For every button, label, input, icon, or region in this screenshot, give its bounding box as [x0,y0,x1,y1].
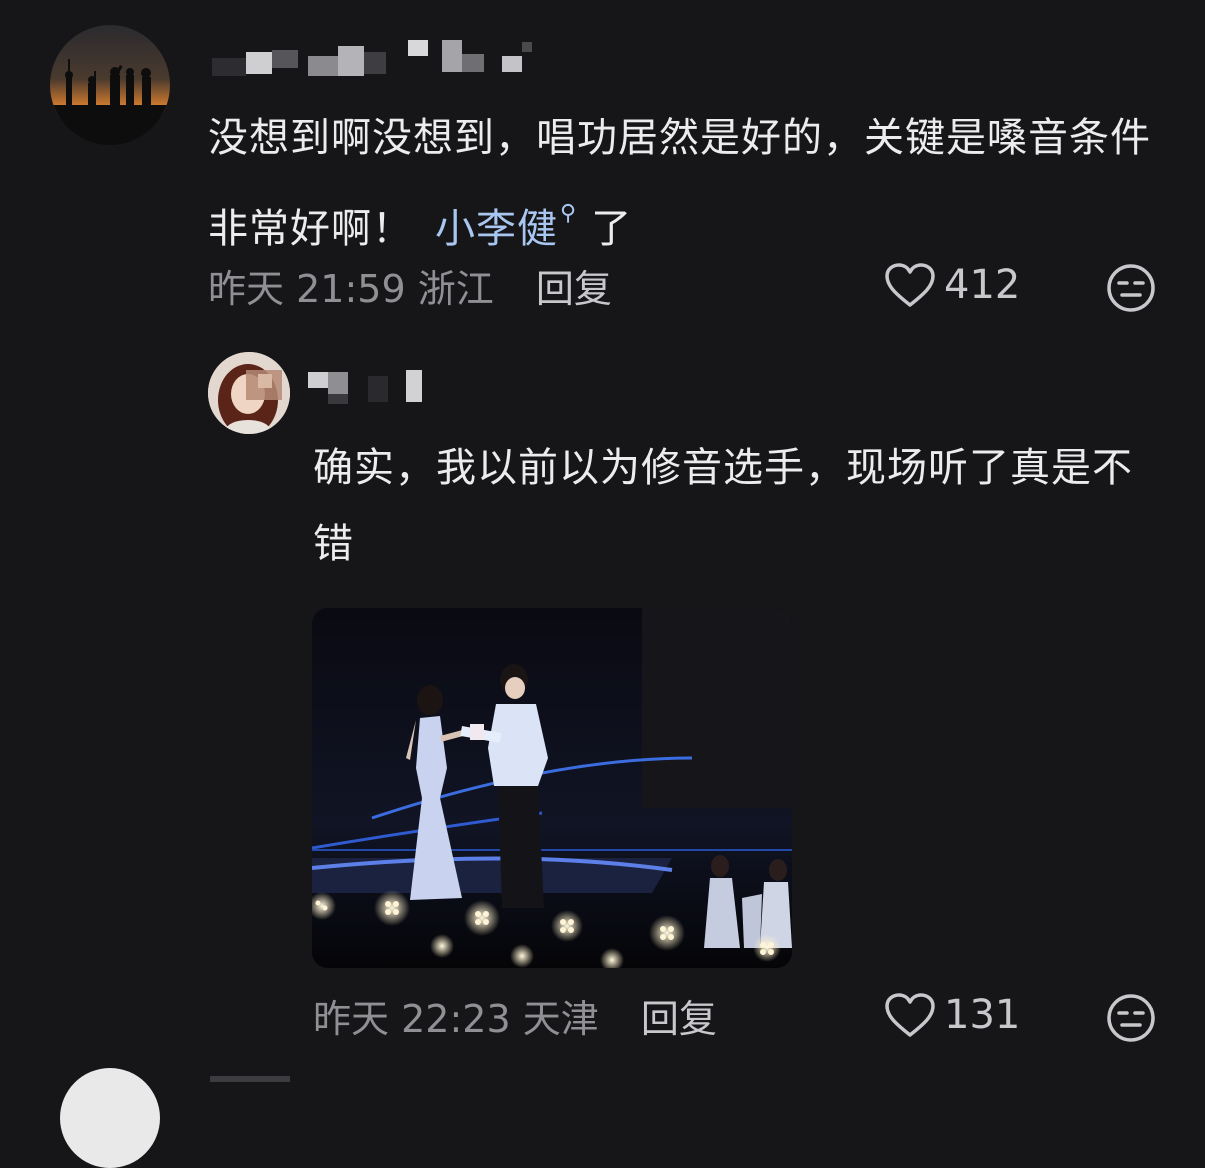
avatar-commenter-1[interactable] [50,25,170,145]
username-redacted-2[interactable] [300,366,430,406]
avatar-commenter-2[interactable] [208,352,290,434]
avatar-next-commenter[interactable] [60,1068,160,1168]
username-redacted-1[interactable] [212,36,542,80]
expressionless-face-icon [1107,994,1155,1042]
comment-2-reaction-button[interactable] [1105,992,1157,1048]
comment-1-text: 没想到啊没想到，唱功居然是好的，关键是嗓音条件非常好啊！ 小李健⚲ 了 [208,100,1178,267]
comment-2-meta: 昨天 22:23 天津 回复 [313,988,717,1043]
heart-outline-icon [885,263,935,307]
next-comment-username[interactable] [210,1076,290,1082]
comment-2-like-button[interactable]: 131 [884,992,1020,1038]
comment-1-reply-button[interactable]: 回复 [536,267,612,311]
comment-2-reply-button[interactable]: 回复 [641,997,717,1041]
comment-2-like-count: 131 [944,992,1021,1038]
comment-1-like-count: 412 [944,262,1021,308]
comment-2-attached-photo[interactable] [312,608,792,968]
comment-1-location: 浙江 [417,267,494,311]
comment-1-reaction-button[interactable] [1105,262,1157,318]
comment-1-like-button[interactable]: 412 [884,262,1020,308]
comment-1-body: 没想到啊没想到，唱功居然是好的，关键是嗓音条件非常好啊！ [208,115,1151,252]
comment-1-date: 昨天 [208,267,285,311]
comment-1-time: 21:59 [296,267,406,311]
search-link-xiaolijian[interactable]: 小李健⚲ [435,201,577,252]
comment-2-time: 22:23 [401,997,511,1041]
comment-1-meta: 昨天 21:59 浙江 回复 [208,258,612,313]
comment-2-date: 昨天 [313,997,390,1041]
comment-1-suffix: 了 [591,206,633,252]
search-link-label[interactable]: 小李健 [435,206,558,252]
expressionless-face-icon [1107,264,1155,312]
heart-outline-icon [885,993,935,1037]
comment-2-text: 确实，我以前以为修音选手，现场听了真是不错 [313,445,1133,567]
comment-2-location: 天津 [522,997,599,1041]
search-magnifier-icon: ⚲ [560,201,578,226]
